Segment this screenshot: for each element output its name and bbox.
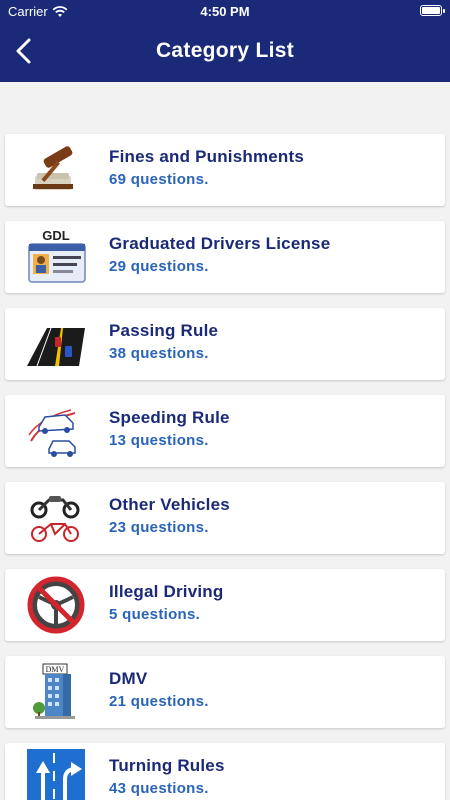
dmv-building-icon: DMV — [33, 663, 75, 719]
page-title: Category List — [155, 39, 295, 62]
category-count: 13 questions. — [109, 432, 209, 449]
category-item-other-vehicles[interactable]: Other Vehicles 23 questions. — [5, 482, 445, 554]
category-item-fines[interactable]: Fines and Punishments 69 questions. — [5, 134, 445, 206]
navigation-bar: Category List — [0, 22, 450, 82]
category-count: 38 questions. — [109, 345, 209, 362]
category-name: Speeding Rule — [109, 408, 230, 427]
category-name: Graduated Drivers License — [109, 234, 331, 253]
category-count: 5 questions. — [109, 606, 201, 623]
speeding-cars-icon — [28, 409, 76, 457]
category-item-gdl[interactable]: GDL Graduated Drivers License 29 questio… — [5, 221, 445, 293]
battery-icon — [420, 5, 445, 16]
status-time: 4:50 PM — [200, 4, 250, 19]
category-item-passing[interactable]: Passing Rule 38 questions. — [5, 308, 445, 380]
dmv-sign-label: DMV — [46, 665, 65, 674]
category-name: Passing Rule — [109, 321, 219, 340]
category-name: Turning Rules — [109, 756, 225, 775]
category-count: 23 questions. — [109, 519, 209, 536]
motorcycle-bicycle-icon — [30, 496, 80, 542]
category-count: 29 questions. — [109, 258, 209, 275]
category-name: Illegal Driving — [109, 582, 224, 601]
category-item-turning[interactable]: Turning Rules 43 questions. — [5, 743, 445, 800]
drivers-license-icon: GDL — [28, 228, 86, 283]
category-count: 69 questions. — [109, 171, 209, 188]
top-bar: Carrier 4:50 PM Category List — [0, 0, 450, 82]
license-icon-label: GDL — [42, 228, 70, 243]
screen: Carrier 4:50 PM Category List Fines and … — [0, 0, 450, 800]
category-item-illegal-driving[interactable]: Illegal Driving 5 questions. — [5, 569, 445, 641]
category-count: 21 questions. — [109, 693, 209, 710]
category-name: Other Vehicles — [109, 495, 230, 514]
turn-arrows-icon — [27, 749, 85, 800]
category-name: DMV — [109, 669, 148, 688]
category-item-speeding[interactable]: Speeding Rule 13 questions. — [5, 395, 445, 467]
category-item-dmv[interactable]: DMV DMV 21 questions. — [5, 656, 445, 728]
no-driving-icon — [27, 576, 85, 634]
category-name: Fines and Punishments — [109, 147, 305, 166]
gavel-icon — [33, 146, 73, 190]
road-passing-icon — [27, 327, 85, 367]
category-count: 43 questions. — [109, 780, 209, 797]
status-bar: Carrier 4:50 PM — [0, 0, 450, 22]
